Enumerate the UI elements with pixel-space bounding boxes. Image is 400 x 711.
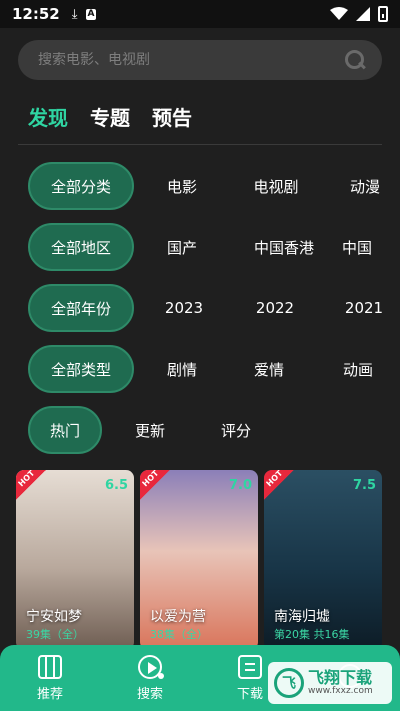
download-icon: ⤓ <box>71 6 78 22</box>
signal-icon <box>356 7 370 21</box>
search-input[interactable] <box>38 52 344 68</box>
a-letter-icon: A <box>85 8 97 20</box>
chip-genre-option[interactable]: 剧情 <box>134 359 230 380</box>
film-icon <box>38 654 62 679</box>
hot-badge: HOT <box>264 470 294 500</box>
chip-year-option[interactable]: 2023 <box>134 299 234 317</box>
watermark: 飞 飞翔下载 www.fxxz.com <box>268 662 392 704</box>
chip-sort-option[interactable]: 更新 <box>102 420 198 441</box>
status-icons-right <box>330 6 388 22</box>
poster-card[interactable]: HOT 7.5 南海归墟 第20集 共16集 <box>264 470 382 650</box>
card-score: 7.0 <box>228 478 252 493</box>
filter-row-genre: 全部类型 剧情 爱情 动画 <box>28 345 400 393</box>
card-score: 6.5 <box>104 478 128 493</box>
card-title: 南海归墟 <box>274 609 330 625</box>
tab-discover[interactable]: 发现 <box>28 102 68 131</box>
status-time: 12:52 <box>12 5 60 23</box>
poster-card[interactable]: HOT 7.0 以爱为营 38集（全） <box>140 470 258 650</box>
filter-row-category: 全部分类 电影 电视剧 动漫 <box>28 162 400 210</box>
top-tabs: 发现 专题 预告 <box>28 102 192 131</box>
card-title: 以爱为营 <box>150 609 206 625</box>
chip-region-option[interactable]: 国产 <box>134 237 230 258</box>
card-episodes: 39集（全） <box>26 628 84 641</box>
filter-row-sort: 热门 更新 评分 <box>28 406 274 454</box>
search-bar[interactable] <box>18 40 382 80</box>
tab-topics[interactable]: 专题 <box>90 102 130 131</box>
chip-hot[interactable]: 热门 <box>28 406 102 454</box>
card-episodes: 38集（全） <box>150 628 208 641</box>
tab-trailers[interactable]: 预告 <box>152 102 192 131</box>
watermark-text: 飞翔下载 www.fxxz.com <box>308 668 373 696</box>
download-icon <box>238 654 262 679</box>
nav-label: 推荐 <box>36 686 63 702</box>
chip-all-regions[interactable]: 全部地区 <box>28 223 134 271</box>
nav-recommend[interactable]: 推荐 <box>0 645 100 711</box>
chip-sort-option[interactable]: 评分 <box>198 420 274 441</box>
status-bar: 12:52 ⤓ A <box>0 0 400 28</box>
chip-all-categories[interactable]: 全部分类 <box>28 162 134 210</box>
battery-icon <box>378 6 388 22</box>
card-episodes: 第20集 共16集 <box>274 628 350 641</box>
chip-genre-option[interactable]: 爱情 <box>230 359 308 380</box>
nav-label: 下载 <box>236 686 263 702</box>
chip-year-option[interactable]: 2021 <box>316 299 400 317</box>
card-title: 宁安如梦 <box>26 609 82 625</box>
nav-label: 搜索 <box>136 686 163 702</box>
hot-badge: HOT <box>140 470 170 500</box>
chip-genre-option[interactable]: 动画 <box>308 359 400 380</box>
filter-row-region: 全部地区 国产 中国香港 中国 <box>28 223 386 271</box>
chip-category-option[interactable]: 电影 <box>134 176 230 197</box>
chip-category-option[interactable]: 电视剧 <box>230 176 322 197</box>
poster-card[interactable]: HOT 6.5 宁安如梦 39集（全） <box>16 470 134 650</box>
wifi-icon <box>330 7 348 20</box>
chip-region-option[interactable]: 中国香港 <box>230 237 338 258</box>
nav-search[interactable]: 搜索 <box>100 645 200 711</box>
watermark-logo: 飞 <box>274 668 304 698</box>
search-icon[interactable] <box>344 49 366 71</box>
poster-grid: HOT 6.5 宁安如梦 39集（全） HOT 7.0 以爱为营 38集（全） … <box>16 470 400 650</box>
hot-badge: HOT <box>16 470 46 500</box>
status-icons-left: ⤓ A <box>72 8 97 21</box>
chip-region-option[interactable]: 中国 <box>338 237 386 258</box>
filter-row-year: 全部年份 2023 2022 2021 <box>28 284 400 332</box>
play-icon <box>138 654 164 679</box>
chip-category-option[interactable]: 动漫 <box>322 176 400 197</box>
chip-all-years[interactable]: 全部年份 <box>28 284 134 332</box>
tabs-divider <box>18 144 382 145</box>
chip-all-genres[interactable]: 全部类型 <box>28 345 134 393</box>
card-score: 7.5 <box>352 478 376 493</box>
chip-year-option[interactable]: 2022 <box>234 299 316 317</box>
